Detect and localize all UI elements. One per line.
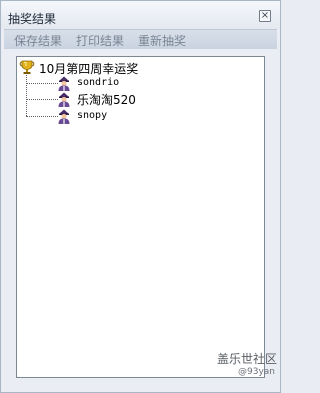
tree-branch-line (26, 83, 58, 84)
save-results-button[interactable]: 保存结果 (14, 32, 62, 49)
window-title: 抽奖结果 (8, 12, 57, 26)
user-icon (58, 109, 70, 124)
watermark-site: 盖乐世社区 (217, 352, 278, 366)
watermark-handle: @93yan (238, 367, 275, 377)
print-results-button[interactable]: 打印结果 (76, 32, 124, 49)
draw-result-window: 抽奖结果 × 保存结果 打印结果 重新抽奖 10月第四周幸运奖 sondrio … (0, 0, 281, 393)
winner-name: 乐淘淘520 (77, 93, 136, 107)
tree-root-label: 10月第四周幸运奖 (39, 62, 139, 76)
winner-name: snopy (77, 110, 108, 121)
close-icon: × (260, 10, 270, 21)
close-button[interactable]: × (259, 10, 271, 22)
redraw-button[interactable]: 重新抽奖 (138, 32, 186, 49)
toolbar: 保存结果 打印结果 重新抽奖 (4, 29, 277, 49)
user-icon (58, 92, 70, 107)
user-icon (58, 76, 70, 91)
trophy-icon (19, 60, 35, 74)
tree-branch-line (26, 99, 58, 100)
result-tree[interactable]: 10月第四周幸运奖 sondrio 乐淘淘520 snopy (16, 56, 265, 378)
tree-connector (26, 75, 27, 116)
title-bar: 抽奖结果 × (1, 1, 280, 29)
winner-name: sondrio (77, 77, 120, 88)
tree-branch-line (26, 116, 58, 117)
